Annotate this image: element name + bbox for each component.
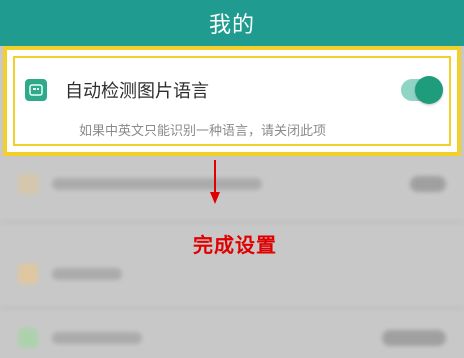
page-title: 我的 [208,13,255,38]
image-language-icon [25,79,47,101]
highlighted-setting-card: 自动检测图片语言 如果中英文只能识别一种语言，请关闭此项 [3,46,461,156]
blurred-control [382,330,446,346]
divider [0,221,464,223]
image-language-icon-svg [29,84,43,96]
annotation-text: 完成设置 [193,233,277,257]
toggle-knob [415,76,443,104]
settings-screen: 我的 自动检测图片语言 如果中英文只能识别一种语言，请关闭此项 完成设置 [0,0,464,358]
blurred-row-2 [18,263,446,285]
blurred-row-1 [18,173,446,195]
arrow-head [210,192,220,204]
blurred-text [52,178,262,190]
arrow-line [214,160,216,194]
auto-detect-language-setting[interactable]: 自动检测图片语言 [25,68,443,112]
blurred-icon [18,174,38,194]
divider [0,307,464,309]
blurred-icon [18,328,38,348]
auto-detect-toggle[interactable] [401,76,443,104]
down-arrow-icon [210,160,220,206]
blurred-text [52,332,142,344]
blurred-row-3 [18,327,446,349]
app-header: 我的 [0,0,464,46]
blurred-icon [18,264,38,284]
blurred-control [410,176,446,192]
setting-title: 自动检测图片语言 [65,81,209,102]
blurred-text [52,268,122,280]
setting-subtitle: 如果中英文只能识别一种语言，请关闭此项 [79,124,327,139]
